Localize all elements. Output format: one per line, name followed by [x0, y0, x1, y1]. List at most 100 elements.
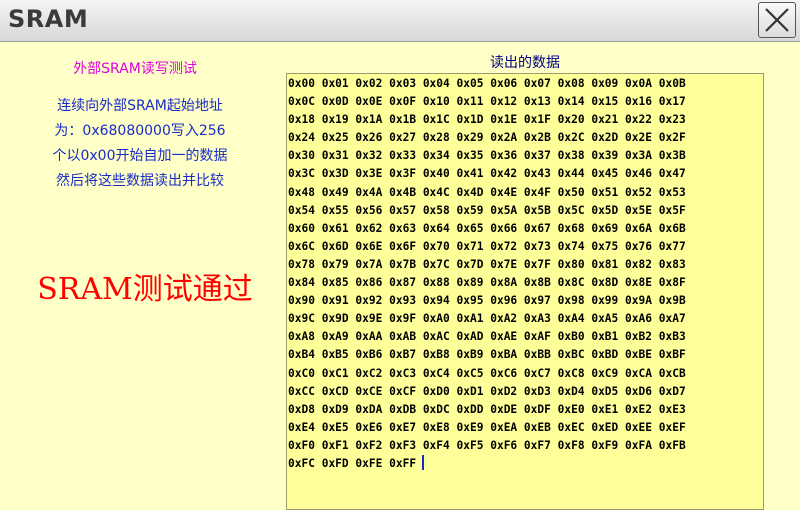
data-value: 0x85: [321, 276, 349, 290]
data-value: 0x02: [355, 77, 383, 90]
data-value: 0x51: [591, 185, 619, 199]
data-value: 0x90: [288, 294, 315, 308]
data-value: 0x21: [591, 113, 619, 127]
data-value: 0xE8: [422, 420, 450, 434]
data-value: 0xF9: [591, 438, 619, 452]
data-value: 0x57: [389, 203, 417, 217]
data-value: 0xDF: [523, 402, 551, 416]
data-value: 0x0F: [389, 95, 417, 109]
data-value: 0x6F: [389, 239, 417, 253]
data-values: 0x00 0x01 0x02 0x03 0x04 0x05 0x06 0x07 …: [288, 75, 762, 473]
test-description: 连续向外部SRAM起始地址 为：0x68080000写入256 个以0x00开始…: [0, 94, 280, 194]
data-value: 0x16: [625, 95, 652, 109]
data-value: 0xB4: [288, 348, 315, 362]
data-value: 0xA3: [523, 312, 551, 326]
data-value: 0x01: [321, 77, 349, 90]
data-value: 0x71: [456, 239, 484, 253]
data-value: 0x2C: [557, 131, 585, 145]
data-value: 0x17: [658, 95, 686, 109]
data-value: 0x32: [355, 149, 383, 163]
data-value: 0x0E: [355, 95, 383, 109]
data-value: 0x65: [456, 221, 484, 235]
data-value: 0x84: [288, 276, 315, 290]
data-value: 0x23: [658, 113, 686, 127]
data-value: 0xF4: [422, 438, 450, 452]
data-value: 0x3E: [355, 167, 383, 181]
data-value: 0x55: [321, 203, 349, 217]
data-value: 0xC1: [321, 366, 349, 380]
data-value: 0xD9: [321, 402, 349, 416]
data-value: 0x9B: [658, 294, 686, 308]
data-value: 0x60: [288, 221, 315, 235]
description-line: 然后将这些数据读出并比较: [56, 173, 224, 189]
data-panel-header: 读出的数据: [490, 55, 560, 71]
data-value: 0x0B: [658, 77, 686, 90]
data-value: 0xBF: [658, 348, 686, 362]
close-button[interactable]: [758, 2, 796, 38]
data-value: 0x12: [490, 95, 518, 109]
data-value: 0x82: [625, 257, 652, 271]
data-value: 0x73: [523, 239, 551, 253]
data-value: 0x03: [389, 77, 417, 90]
data-value: 0xFF: [389, 456, 417, 470]
data-value: 0x76: [625, 239, 652, 253]
data-value: 0x28: [422, 131, 450, 145]
data-value: 0x7B: [389, 257, 417, 271]
data-readout-box[interactable]: 0x00 0x01 0x02 0x03 0x04 0x05 0x06 0x07 …: [286, 73, 764, 510]
data-value: 0x18: [288, 113, 315, 127]
data-value: 0xC3: [389, 366, 417, 380]
data-value: 0x1D: [456, 113, 484, 127]
data-value: 0xA9: [321, 330, 349, 344]
data-value: 0x75: [591, 239, 619, 253]
data-value: 0x79: [321, 257, 349, 271]
data-value: 0x40: [422, 167, 450, 181]
data-value: 0x4B: [389, 185, 417, 199]
data-value: 0x1E: [490, 113, 518, 127]
data-value: 0xAB: [389, 330, 417, 344]
data-value: 0xE1: [591, 402, 619, 416]
data-value: 0xA4: [557, 312, 585, 326]
data-value: 0x3C: [288, 167, 315, 181]
data-value: 0xFD: [321, 456, 349, 470]
data-value: 0xA7: [658, 312, 686, 326]
data-value: 0xB3: [658, 330, 686, 344]
data-value: 0xDC: [422, 402, 450, 416]
data-value: 0x62: [355, 221, 383, 235]
data-value: 0xDB: [389, 402, 417, 416]
data-value: 0x50: [557, 185, 585, 199]
data-value: 0x4F: [523, 185, 551, 199]
data-value: 0xA0: [422, 312, 450, 326]
data-value: 0xB1: [591, 330, 619, 344]
data-value: 0xAD: [456, 330, 484, 344]
data-value: 0x3F: [389, 167, 417, 181]
data-value: 0xBC: [557, 348, 585, 362]
data-value: 0x44: [557, 167, 585, 181]
data-value: 0xE5: [321, 420, 349, 434]
data-value: 0x2D: [591, 131, 619, 145]
data-value: 0xBA: [490, 348, 518, 362]
data-value: 0x29: [456, 131, 484, 145]
data-value: 0x68: [557, 221, 585, 235]
text-caret: [422, 454, 425, 470]
data-value: 0xD0: [422, 384, 450, 398]
data-value: 0xAF: [523, 330, 551, 344]
data-value: 0x22: [625, 113, 652, 127]
data-value: 0x8A: [490, 276, 518, 290]
data-value: 0x11: [456, 95, 484, 109]
data-value: 0x8C: [557, 276, 585, 290]
data-value: 0x4E: [490, 185, 518, 199]
data-value: 0x8F: [658, 276, 686, 290]
data-value: 0x34: [422, 149, 450, 163]
data-value: 0x47: [658, 167, 686, 181]
data-value: 0x06: [490, 77, 518, 90]
data-value: 0x59: [456, 203, 484, 217]
data-value: 0xFC: [288, 456, 315, 470]
data-value: 0xE0: [557, 402, 585, 416]
data-value: 0x95: [456, 294, 484, 308]
data-value: 0xD5: [591, 384, 619, 398]
data-value: 0x1A: [355, 113, 383, 127]
data-value: 0x9C: [288, 312, 315, 326]
data-value: 0xFB: [658, 438, 686, 452]
data-value: 0x33: [389, 149, 417, 163]
data-value: 0x14: [557, 95, 585, 109]
